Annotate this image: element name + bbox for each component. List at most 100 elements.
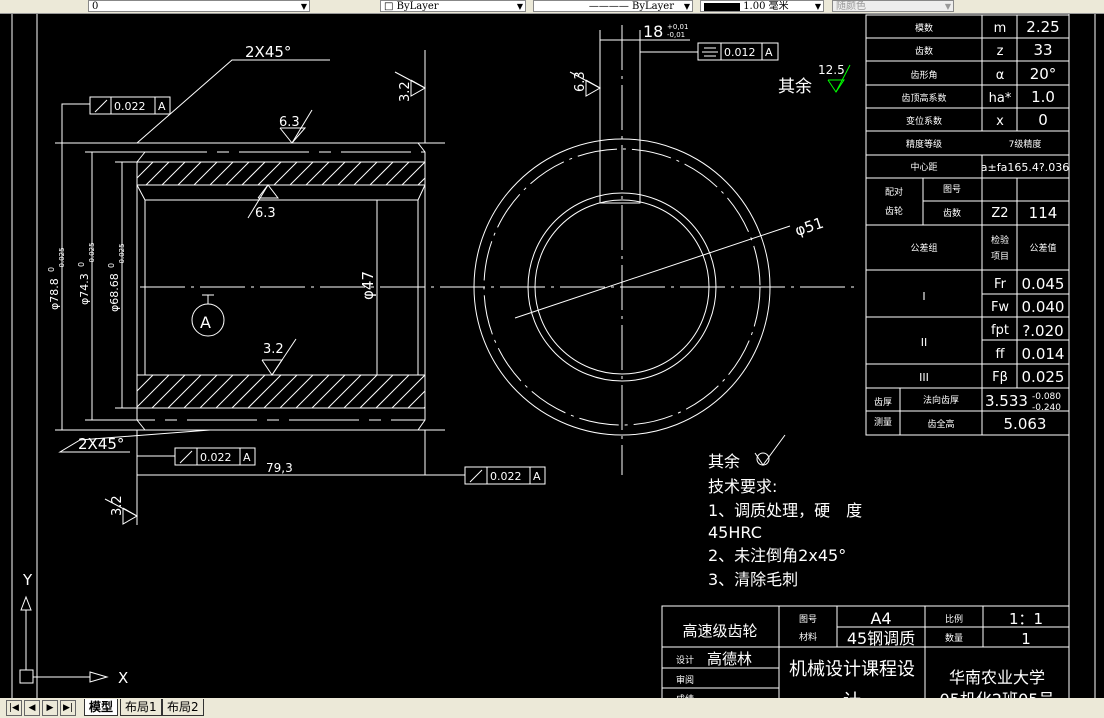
svg-text:中心距: 中心距 [910, 161, 937, 173]
drawing-canvas[interactable]: 0.022 A 0.022 A 0.022 A 0.012 A 2X45° 2X… [0, 14, 1104, 698]
first-tab-button[interactable]: |◀ [6, 700, 22, 716]
svg-text:0: 0 [1038, 111, 1048, 129]
svg-text:计: 计 [843, 691, 861, 698]
svg-text:精度等级: 精度等级 [906, 138, 942, 150]
svg-text:-0.025: -0.025 [118, 243, 126, 266]
svg-text:2、未注倒角2x45°: 2、未注倒角2x45° [708, 546, 846, 565]
runout-arrow-icon [94, 99, 108, 113]
svg-text:齿厚: 齿厚 [874, 397, 892, 408]
color-dropdown[interactable]: □ ByLayer ▼ [380, 0, 526, 12]
svg-text:0.022: 0.022 [114, 100, 146, 113]
hatch-line [199, 374, 234, 409]
roughness-label: 3.2 [110, 495, 125, 516]
svg-text:3、清除毛刺: 3、清除毛刺 [708, 570, 798, 589]
svg-text:Z2: Z2 [991, 206, 1008, 221]
svg-text:材料: 材料 [799, 631, 817, 643]
runout-arrow-icon [469, 469, 483, 483]
tolerance-frame-top: 0.022 A [89, 96, 171, 115]
svg-text:A4: A4 [870, 609, 891, 628]
svg-text:测量: 测量 [874, 417, 892, 428]
svg-text:机械设计课程设: 机械设计课程设 [789, 659, 915, 680]
svg-text:1: 1 [1021, 630, 1031, 648]
svg-text:检验: 检验 [991, 234, 1009, 246]
svg-text:α: α [996, 68, 1005, 83]
hatch-line [343, 374, 378, 409]
hatch-line [136, 374, 154, 392]
svg-text:-0.240: -0.240 [1032, 403, 1061, 413]
svg-text:齿顶高系数: 齿顶高系数 [901, 92, 946, 104]
rest-label: 其余 [778, 77, 812, 97]
svg-text:1：1: 1：1 [1009, 610, 1043, 628]
next-tab-button[interactable]: ▶ [42, 700, 58, 716]
chevron-down-icon: ▼ [944, 2, 951, 11]
svg-text:公差值: 公差值 [1029, 242, 1056, 254]
hatch-line [167, 374, 202, 409]
svg-text:45钢调质: 45钢调质 [847, 629, 915, 648]
svg-text:A: A [765, 46, 773, 59]
svg-text:0.025: 0.025 [1022, 368, 1065, 386]
hatch-line [247, 374, 282, 409]
chevron-down-icon: ▼ [814, 2, 821, 11]
hatch-line [183, 374, 218, 409]
svg-text:数量: 数量 [945, 632, 963, 644]
svg-text:技术要求:: 技术要求: [708, 477, 777, 496]
svg-text:-0.025: -0.025 [58, 247, 66, 270]
svg-text:公差组: 公差组 [910, 242, 937, 254]
hatch-line [231, 374, 266, 409]
svg-text:m: m [994, 21, 1007, 36]
svg-text:-0.025: -0.025 [88, 242, 96, 265]
layer-dropdown[interactable]: 0 ▼ [88, 0, 310, 12]
svg-text:114: 114 [1029, 204, 1058, 222]
dim-root-diameter: φ68.68 0 -0.025 [107, 243, 126, 312]
svg-text:a±fa165.4?.036: a±fa165.4?.036 [981, 161, 1069, 174]
hatch-line [136, 374, 170, 408]
svg-text:0: 0 [107, 263, 116, 268]
svg-text:比例: 比例 [945, 613, 963, 625]
svg-text:II: II [921, 336, 928, 349]
svg-text:x: x [996, 114, 1004, 129]
ucs-icon: Y X [19, 571, 128, 687]
last-tab-button[interactable]: ▶| [60, 700, 76, 716]
hatch-line [423, 406, 426, 409]
gear-front-view [473, 25, 791, 475]
svg-text:0: 0 [47, 267, 56, 272]
svg-text:φ74.3: φ74.3 [78, 273, 91, 305]
hatch-line [151, 374, 186, 409]
svg-text:I: I [922, 290, 925, 303]
hatch-line [136, 161, 154, 179]
tab-layout2[interactable]: 布局2 [162, 699, 204, 716]
part-name: 高速级齿轮 [682, 622, 757, 640]
svg-text:3.533: 3.533 [985, 392, 1028, 410]
prev-tab-button[interactable]: ◀ [24, 700, 40, 716]
tolerance-frame-right: 0.022 A [464, 466, 546, 485]
rest-roughness: 12.5 [818, 63, 845, 77]
lineweight-dropdown[interactable]: 1.00 毫米 ▼ [700, 0, 824, 12]
svg-text:33: 33 [1033, 41, 1052, 59]
plotstyle-dropdown[interactable]: 随颜色 ▼ [832, 0, 954, 12]
svg-text:0.022: 0.022 [200, 451, 232, 464]
svg-text:齿形角: 齿形角 [910, 69, 937, 81]
svg-text:A: A [158, 100, 166, 113]
svg-text:7级精度: 7级精度 [1009, 138, 1042, 150]
chevron-down-icon: ▼ [300, 2, 307, 11]
hatch-line [295, 374, 330, 409]
tab-model[interactable]: 模型 [84, 699, 119, 716]
svg-text:法向齿厚: 法向齿厚 [923, 394, 959, 406]
dim-key-width: 18 [643, 22, 663, 41]
svg-text:齿全高: 齿全高 [927, 418, 954, 430]
svg-text:z: z [997, 44, 1004, 59]
svg-text:X: X [118, 669, 128, 687]
properties-toolbar: 0 ▼ □ ByLayer ▼ ———— ByLayer ▼ 1.00 毫米 ▼ 随颜色… [0, 0, 1104, 14]
tab-layout1[interactable]: 布局1 [120, 699, 162, 716]
linetype-dropdown[interactable]: ———— ByLayer ▼ [533, 0, 693, 12]
svg-text:变位系数: 变位系数 [906, 115, 942, 127]
svg-text:III: III [919, 371, 929, 384]
datum-label: A [200, 313, 211, 332]
hatch-line [391, 374, 426, 409]
svg-text:fpt: fpt [991, 323, 1009, 338]
svg-text:ha*: ha* [989, 91, 1012, 106]
hatch-line [417, 177, 426, 186]
runout-arrow-icon [179, 450, 193, 464]
svg-text:0: 0 [77, 262, 86, 267]
svg-text:Fr: Fr [994, 277, 1007, 292]
